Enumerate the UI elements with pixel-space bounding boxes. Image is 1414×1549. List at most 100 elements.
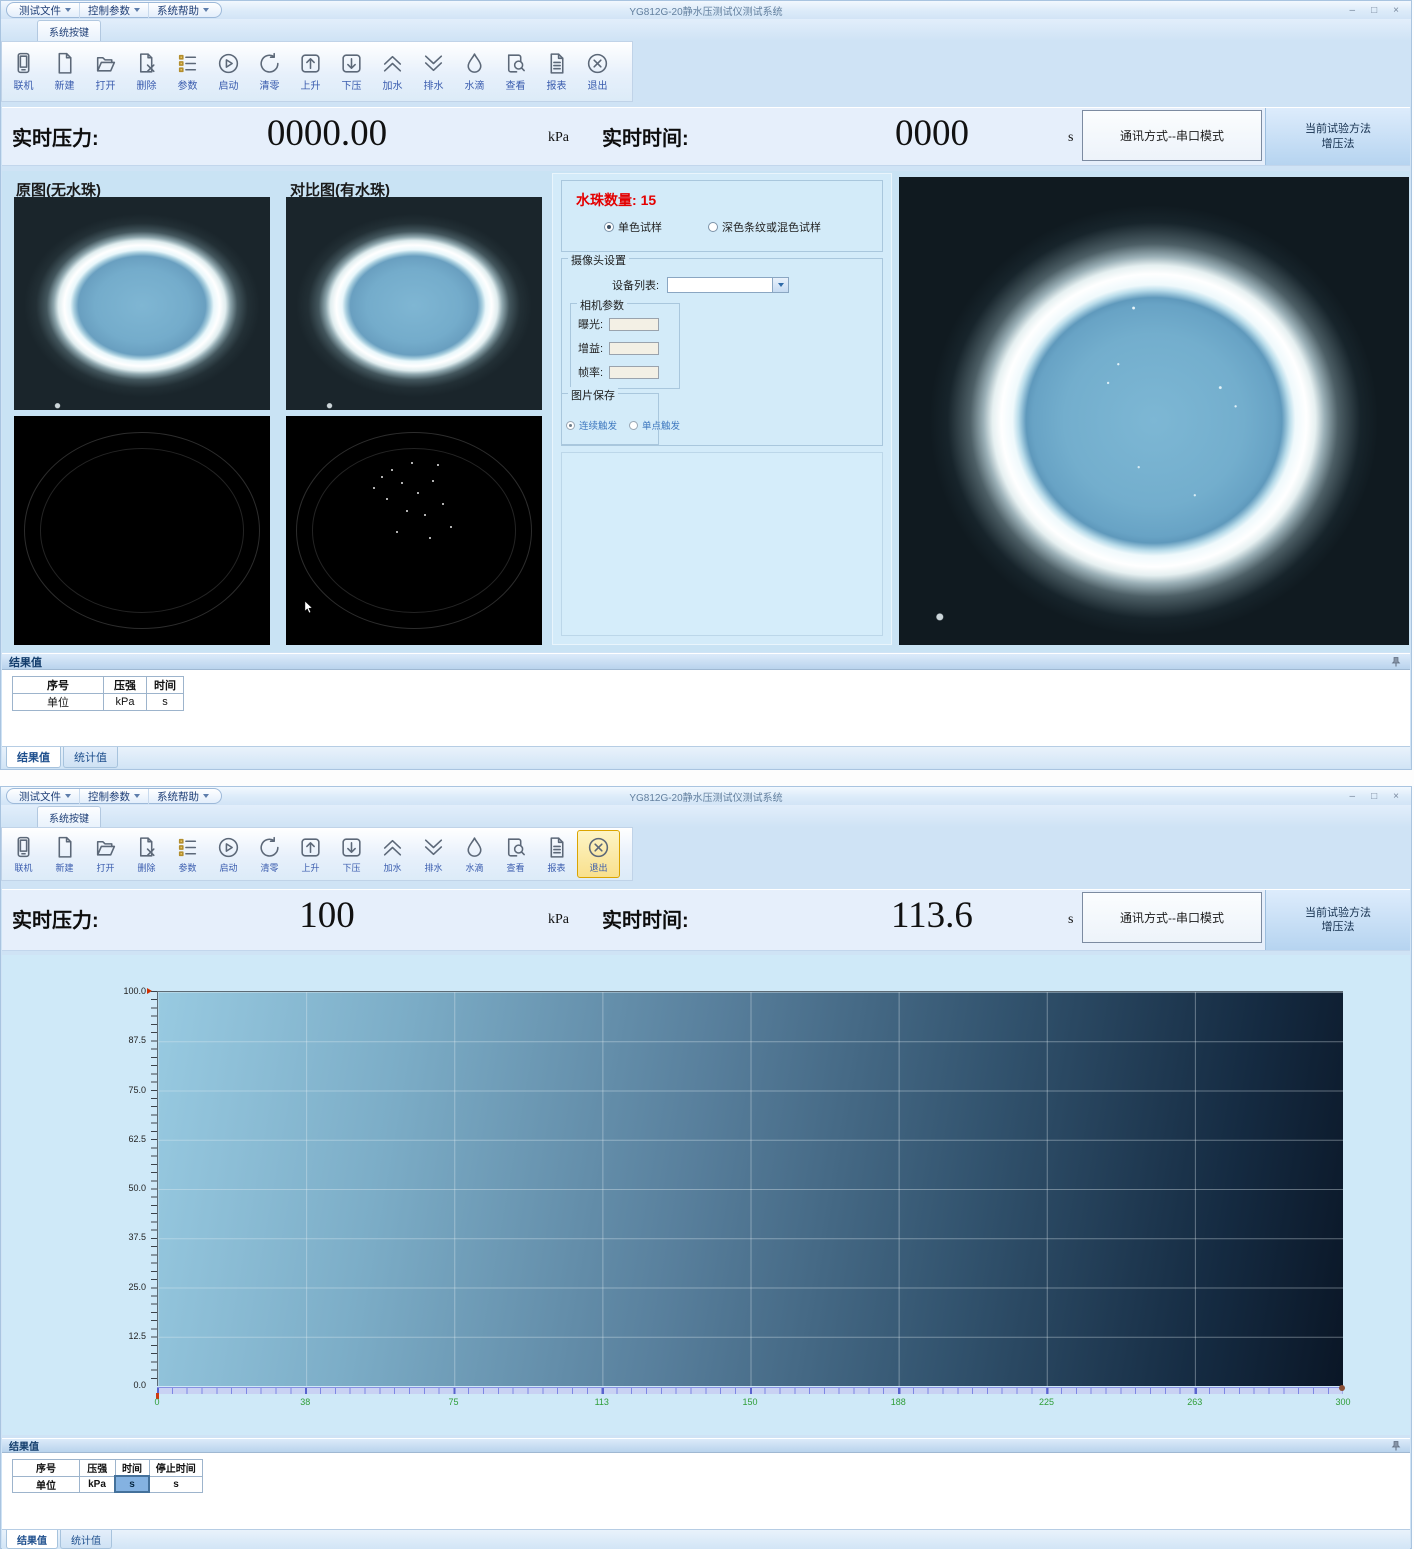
toolbar-button-raise[interactable]: 上升 bbox=[290, 835, 331, 874]
menu-test-file[interactable]: 测试文件 bbox=[11, 789, 80, 804]
menu-test-file[interactable]: 测试文件 bbox=[11, 3, 80, 18]
cell-unit-label[interactable]: 单位 bbox=[13, 694, 104, 711]
exposure-row: 曝光: bbox=[578, 316, 659, 332]
x-axis-labels: 03875113150188225263300 bbox=[142, 1397, 1358, 1407]
results-header: 结果值 bbox=[2, 1438, 1410, 1452]
toolbar-button-connect[interactable]: 联机 bbox=[3, 835, 44, 874]
toolbar-button-delete[interactable]: 删除 bbox=[126, 51, 167, 92]
current-test-method-box[interactable]: 当前试验方法 增压法 bbox=[1265, 890, 1410, 950]
toolbar-button-report[interactable]: 报表 bbox=[536, 835, 577, 874]
y-axis-labels: 100.087.575.062.550.037.525.012.50.0 bbox=[94, 986, 146, 1390]
image-save-legend: 图片保存 bbox=[568, 387, 618, 403]
tablet-icon bbox=[11, 51, 36, 76]
toolbar-button-zero[interactable]: 清零 bbox=[249, 51, 290, 92]
cell-unit-pressure[interactable]: kPa bbox=[104, 694, 147, 711]
gain-field[interactable] bbox=[609, 342, 659, 355]
droplet-count-value: 15 bbox=[641, 192, 657, 208]
open-folder-icon bbox=[93, 51, 118, 76]
radio-dark-stripe-sample[interactable]: 深色条纹或混色试样 bbox=[708, 219, 821, 235]
toolbar-button-drain[interactable]: 排水 bbox=[413, 51, 454, 92]
toolbar-button-params[interactable]: 参数 bbox=[167, 51, 208, 92]
toolbar-button-water-drop[interactable]: 水滴 bbox=[454, 835, 495, 874]
toolbar-button-delete[interactable]: 删除 bbox=[126, 835, 167, 874]
toolbar-button-new[interactable]: 新建 bbox=[44, 835, 85, 874]
menu-control-params[interactable]: 控制参数 bbox=[80, 789, 149, 804]
toolbar-button-params[interactable]: 参数 bbox=[167, 835, 208, 874]
x-axis-ruler bbox=[157, 1387, 1343, 1394]
maximize-button[interactable]: □ bbox=[1371, 5, 1377, 16]
cell-unit-pressure[interactable]: kPa bbox=[80, 1476, 116, 1492]
tab-results[interactable]: 结果值 bbox=[6, 1530, 58, 1549]
cell-unit-label[interactable]: 单位 bbox=[13, 1476, 80, 1492]
camera-params-legend: 相机参数 bbox=[577, 297, 627, 313]
radio-single-trigger[interactable]: 单点触发 bbox=[629, 418, 680, 432]
toolbar-button-view[interactable]: 查看 bbox=[495, 51, 536, 92]
radio-monochrome-sample[interactable]: 单色试样 bbox=[604, 219, 662, 235]
tab-results[interactable]: 结果值 bbox=[6, 747, 61, 768]
toolbar-button-exit[interactable]: 退出 bbox=[577, 830, 620, 878]
toolbar-button-connect[interactable]: 联机 bbox=[3, 51, 44, 92]
toolbar-button-add-water[interactable]: 加水 bbox=[372, 51, 413, 92]
droplet-speckle bbox=[429, 537, 431, 539]
radio-continuous-trigger[interactable]: 连续触发 bbox=[566, 418, 617, 432]
params-list-icon bbox=[175, 51, 200, 76]
chevron-down-icon bbox=[65, 8, 71, 12]
double-chevron-down-icon bbox=[421, 835, 446, 860]
toolbar-button-open[interactable]: 打开 bbox=[85, 835, 126, 874]
exposure-field[interactable] bbox=[609, 318, 659, 331]
toolbar-button-start[interactable]: 启动 bbox=[208, 51, 249, 92]
title-bar: 测试文件 控制参数 系统帮助 YG812G-20静水压测试仪测试系统 – □ × bbox=[1, 1, 1411, 20]
menu-system-help[interactable]: 系统帮助 bbox=[149, 3, 217, 18]
toolbar-button-new[interactable]: 新建 bbox=[44, 51, 85, 92]
close-button[interactable]: × bbox=[1393, 5, 1399, 16]
droplet-count: 水珠数量: 15 bbox=[576, 190, 882, 210]
toolbar-button-start[interactable]: 启动 bbox=[208, 835, 249, 874]
toolbar-button-exit[interactable]: 退出 bbox=[577, 51, 618, 92]
combo-dropdown-icon[interactable] bbox=[772, 278, 788, 292]
method-line1: 当前试验方法 bbox=[1305, 122, 1371, 136]
chevron-down-icon bbox=[65, 794, 71, 798]
tab-system-keys[interactable]: 系统按键 bbox=[37, 20, 101, 41]
toolbar-button-add-water[interactable]: 加水 bbox=[372, 835, 413, 874]
tab-system-keys[interactable]: 系统按键 bbox=[37, 806, 101, 827]
toolbar-button-drain[interactable]: 排水 bbox=[413, 835, 454, 874]
toolbar: 联机 新建 打开 删除 参数 启动 清零 上升 下压 加水 排水 水滴 查看 报… bbox=[1, 827, 633, 881]
current-test-method-box[interactable]: 当前试验方法 增压法 bbox=[1265, 108, 1410, 165]
mouse-cursor-icon bbox=[304, 601, 315, 614]
minimize-button[interactable]: – bbox=[1350, 5, 1356, 16]
toolbar-button-press-down[interactable]: 下压 bbox=[331, 51, 372, 92]
cell-unit-time-selected[interactable]: s bbox=[115, 1476, 149, 1492]
y-tick-label: 25.0 bbox=[128, 1282, 146, 1292]
close-button[interactable]: × bbox=[1393, 791, 1399, 802]
comm-mode-button[interactable]: 通讯方式--串口模式 bbox=[1082, 110, 1262, 161]
pin-icon[interactable] bbox=[1390, 656, 1402, 668]
toolbar-button-water-drop[interactable]: 水滴 bbox=[454, 51, 495, 92]
menu-control-params[interactable]: 控制参数 bbox=[80, 3, 149, 18]
toolbar-button-report[interactable]: 报表 bbox=[536, 51, 577, 92]
droplet-count-label: 水珠数量: bbox=[576, 192, 637, 208]
cell-unit-time[interactable]: s bbox=[147, 694, 184, 711]
droplet-speckle bbox=[450, 526, 452, 528]
tab-statistics[interactable]: 统计值 bbox=[63, 747, 118, 768]
droplet-speckle bbox=[391, 469, 393, 471]
toolbar-button-raise[interactable]: 上升 bbox=[290, 51, 331, 92]
minimize-button[interactable]: – bbox=[1350, 791, 1356, 802]
comm-mode-button[interactable]: 通讯方式--串口模式 bbox=[1082, 892, 1262, 943]
image-save-group: 图片保存 连续触发 单点触发 bbox=[561, 393, 659, 445]
realtime-time-label: 实时时间: bbox=[602, 904, 689, 933]
x-tick-label: 150 bbox=[735, 1397, 765, 1407]
cell-unit-stop-time[interactable]: s bbox=[149, 1476, 203, 1492]
toolbar-button-open[interactable]: 打开 bbox=[85, 51, 126, 92]
toolbar-button-press-down[interactable]: 下压 bbox=[331, 835, 372, 874]
radio-on-icon bbox=[566, 421, 575, 430]
toolbar-button-zero[interactable]: 清零 bbox=[249, 835, 290, 874]
maximize-button[interactable]: □ bbox=[1371, 791, 1377, 802]
toolbar-button-view[interactable]: 查看 bbox=[495, 835, 536, 874]
ribbon-row: 系统按键 bbox=[1, 805, 1411, 827]
tab-statistics[interactable]: 统计值 bbox=[60, 1530, 112, 1549]
fps-field[interactable] bbox=[609, 366, 659, 379]
x-tick-label: 300 bbox=[1328, 1397, 1358, 1407]
menu-system-help[interactable]: 系统帮助 bbox=[149, 789, 217, 804]
device-list-select[interactable] bbox=[667, 277, 789, 293]
pin-icon[interactable] bbox=[1390, 1440, 1402, 1452]
